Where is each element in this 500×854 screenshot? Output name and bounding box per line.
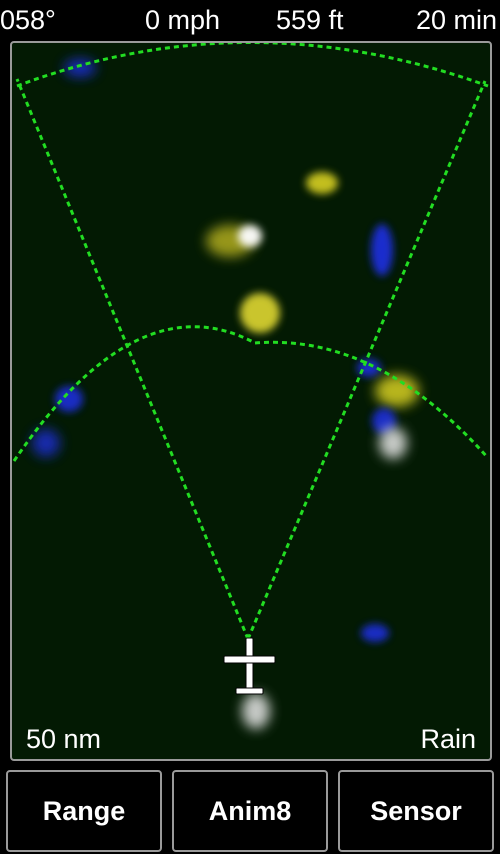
precipitation-returns xyxy=(32,59,419,729)
range-label: 50 nm xyxy=(26,724,102,754)
precip-cell-light xyxy=(371,224,393,276)
weather-radar-display[interactable]: 50 nm Rain xyxy=(10,41,492,761)
precip-cell-moderate xyxy=(240,293,280,333)
status-bar: 058° 0 mph 559 ft 20 min xyxy=(0,0,500,40)
precip-cell-light xyxy=(55,386,83,412)
precip-cell-light xyxy=(32,429,60,457)
sensor-button[interactable]: Sensor xyxy=(338,770,494,852)
precip-cell-moderate xyxy=(375,375,419,407)
speed-readout: 0 mph xyxy=(145,5,221,35)
sector-left-edge xyxy=(15,78,250,640)
altitude-readout: 559 ft xyxy=(276,5,344,35)
animate-button[interactable]: Anim8 xyxy=(172,770,328,852)
precip-cell-heavy xyxy=(379,427,407,459)
radar-overlay xyxy=(12,43,490,729)
range-button[interactable]: Range xyxy=(6,770,162,852)
radar-product-label: Rain xyxy=(420,724,476,754)
heading-readout: 058° xyxy=(0,5,56,35)
precip-cell-heavy xyxy=(238,225,262,247)
ownship-airplane-icon xyxy=(223,637,276,695)
precip-cell-heavy xyxy=(242,693,270,729)
outer-range-ring xyxy=(16,43,489,88)
precip-cell-moderate xyxy=(306,172,338,194)
range-sector xyxy=(12,43,490,640)
precip-cell-light xyxy=(361,624,389,642)
time-readout: 20 min xyxy=(415,5,497,35)
